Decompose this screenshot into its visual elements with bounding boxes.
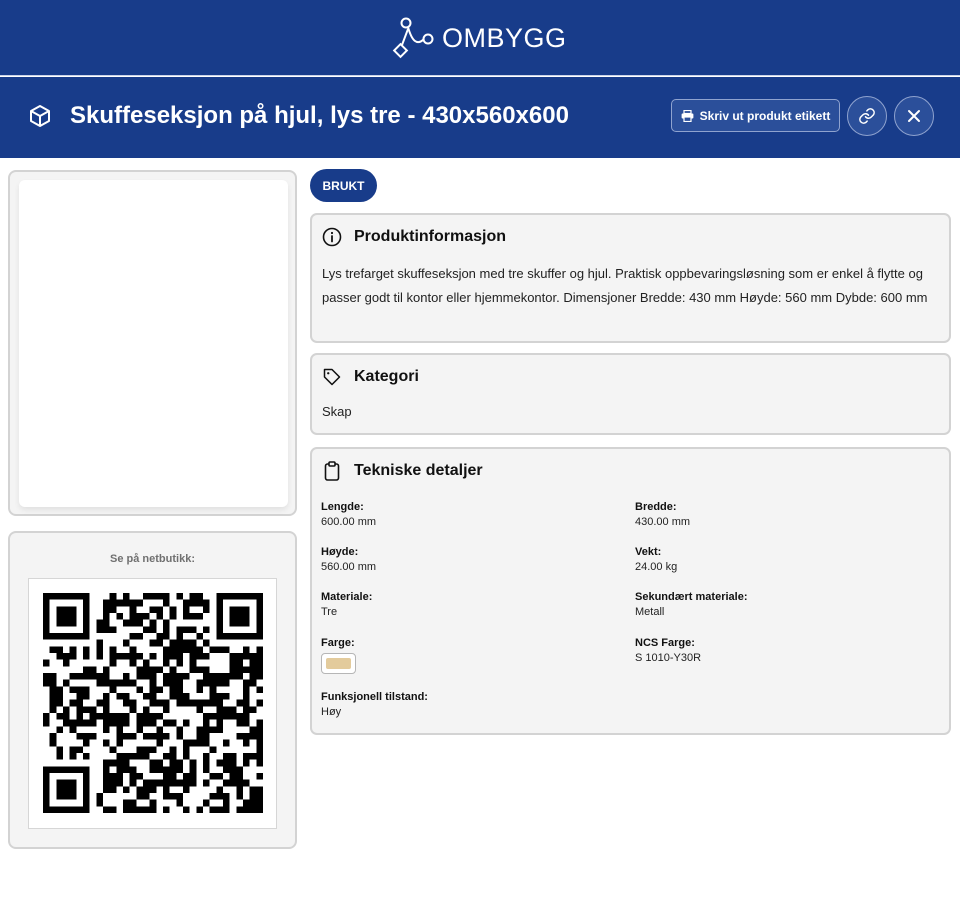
- logo-mark-icon: [392, 17, 434, 59]
- field-value: Metall: [635, 606, 665, 618]
- technical-details-title: Tekniske detaljer: [354, 462, 483, 479]
- link-icon: [859, 108, 875, 124]
- field-color: Farge:: [321, 636, 356, 674]
- qr-card: Se på netbutikk:: [8, 531, 297, 849]
- product-image[interactable]: [19, 180, 288, 507]
- field-label: Høyde:: [321, 546, 359, 558]
- field-label: NCS Farge:: [635, 637, 695, 649]
- brand-name: OMBYGG: [442, 22, 567, 53]
- copy-link-button[interactable]: [847, 96, 887, 136]
- category-value: Skap: [322, 404, 352, 419]
- technical-details-panel: Tekniske detaljer Lengde: 600.00 mm Bred…: [310, 447, 951, 735]
- field-label: Lengde:: [321, 501, 364, 513]
- field-width: Bredde: 430.00 mm: [635, 500, 690, 530]
- product-description: Lys trefarget skuffeseksjon med tre skuf…: [322, 266, 928, 305]
- info-icon: [322, 227, 342, 247]
- qr-modules: [43, 593, 263, 813]
- color-swatch-fill: [326, 658, 351, 669]
- field-value: Tre: [321, 606, 338, 618]
- category-title: Kategori: [354, 368, 419, 385]
- product-info-panel: Produktinformasjon Lys trefarget skuffes…: [310, 213, 951, 343]
- qr-code[interactable]: [28, 578, 277, 829]
- field-functional-condition: Funksjonell tilstand: Høy: [321, 690, 428, 720]
- field-weight: Vekt: 24.00 kg: [635, 545, 677, 575]
- qr-label: Se på netbutikk:: [110, 553, 195, 565]
- field-label: Sekundært materiale:: [635, 591, 748, 603]
- field-value: 600.00 mm: [321, 516, 377, 528]
- cube-icon: [30, 105, 50, 127]
- category-panel: Kategori Skap: [310, 353, 951, 435]
- print-label-text: Skriv ut produkt etikett: [699, 108, 831, 123]
- field-secondary-material: Sekundært materiale: Metall: [635, 590, 747, 620]
- field-label: Bredde:: [635, 501, 677, 513]
- print-label-button[interactable]: Skriv ut produkt etikett: [671, 99, 840, 132]
- qr-code-image: [43, 593, 263, 813]
- brand-logo[interactable]: OMBYGG: [390, 14, 567, 62]
- color-swatch: [321, 653, 356, 674]
- top-bar: OMBYGG: [0, 0, 960, 76]
- product-info-title: Produktinformasjon: [354, 228, 507, 245]
- field-height: Høyde: 560.00 mm: [321, 545, 376, 575]
- field-ncs-color: NCS Farge: S 1010-Y30R: [635, 636, 701, 666]
- page-title: Skuffeseksjon på hjul, lys tre - 430x560…: [70, 102, 569, 129]
- field-label: Vekt:: [635, 546, 662, 558]
- printer-icon: [681, 109, 694, 122]
- close-icon: [908, 110, 920, 122]
- close-button[interactable]: [894, 96, 934, 136]
- product-image-card: [8, 170, 297, 516]
- field-value: Høy: [321, 706, 342, 718]
- clipboard-icon: [324, 461, 340, 481]
- field-value: 560.00 mm: [321, 561, 377, 573]
- field-value: 430.00 mm: [635, 516, 691, 528]
- field-label: Funksjonell tilstand:: [321, 691, 428, 703]
- field-value: 24.00 kg: [635, 561, 678, 573]
- field-value: S 1010-Y30R: [635, 652, 702, 664]
- field-length: Lengde: 600.00 mm: [321, 500, 376, 530]
- field-material: Materiale: Tre: [321, 590, 372, 620]
- field-label: Farge:: [321, 637, 355, 649]
- condition-badge: BRUKT: [310, 169, 377, 202]
- field-label: Materiale:: [321, 591, 373, 603]
- tag-icon: [323, 368, 341, 386]
